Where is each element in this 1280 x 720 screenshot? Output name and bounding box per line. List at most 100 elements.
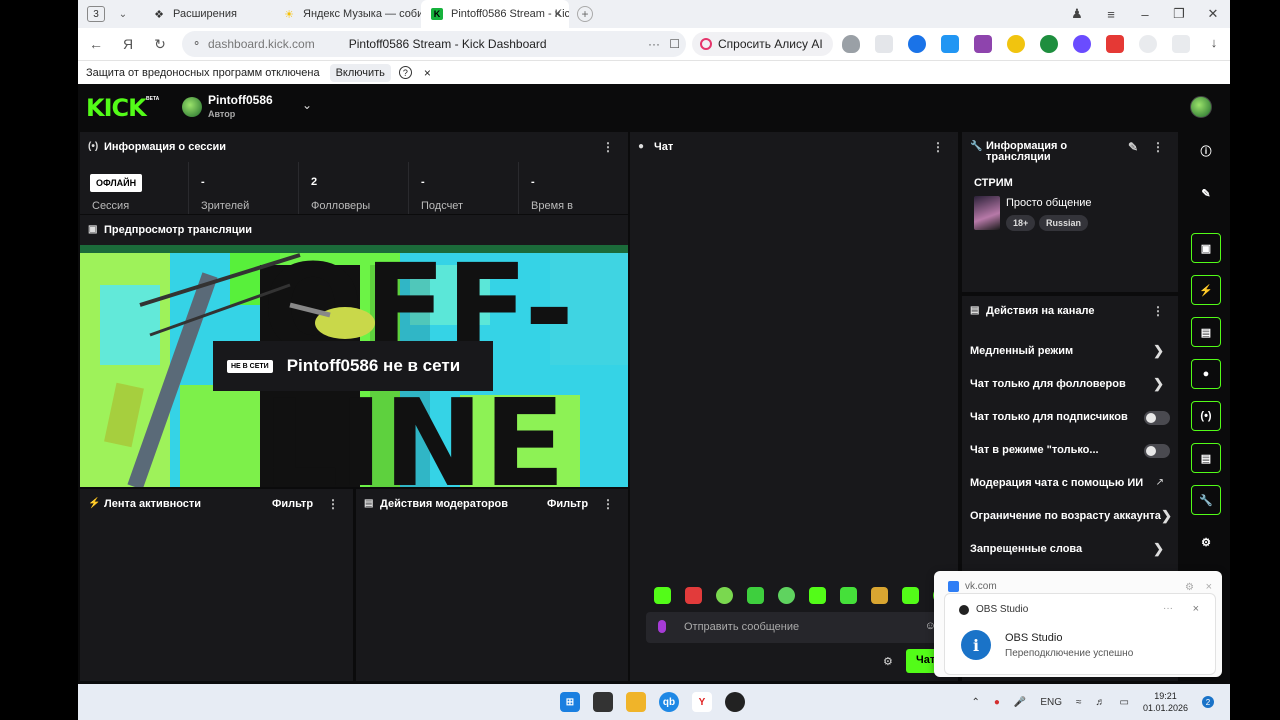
subscribers-only-toggle[interactable] xyxy=(1144,411,1170,425)
close-icon[interactable]: × xyxy=(1206,581,1212,593)
clock[interactable]: 19:21 01.01.2026 xyxy=(1143,690,1188,714)
emote-icon[interactable] xyxy=(840,587,857,604)
more-icon[interactable]: ··· xyxy=(1163,603,1173,614)
document-icon[interactable]: ▤ xyxy=(1191,317,1221,347)
wifi-icon[interactable]: ≈ xyxy=(1076,697,1082,708)
extension-icon[interactable] xyxy=(941,35,959,53)
emote-icon[interactable] xyxy=(778,587,795,604)
microphone-icon[interactable] xyxy=(658,620,666,633)
emote-icon[interactable] xyxy=(871,587,888,604)
language-indicator[interactable]: ENG xyxy=(1040,697,1062,708)
menu-icon[interactable]: ≡ xyxy=(1094,7,1128,22)
wrench-icon[interactable]: 🔧 xyxy=(1191,485,1221,515)
chevron-right-icon[interactable]: ❯ xyxy=(1153,376,1164,392)
kick-logo[interactable]: KICK xyxy=(86,94,147,122)
help-icon[interactable]: ? xyxy=(398,66,412,79)
ask-alisa-button[interactable]: Спросить Алису AI xyxy=(692,32,833,56)
chevron-right-icon[interactable]: ❯ xyxy=(1161,508,1172,524)
extension-icon[interactable] xyxy=(1040,35,1058,53)
chevron-down-icon[interactable]: ⌄ xyxy=(302,98,312,112)
battery-icon[interactable]: ▭ xyxy=(1120,697,1129,708)
close-icon[interactable]: × xyxy=(1193,603,1199,615)
file-explorer-icon[interactable] xyxy=(626,692,646,712)
close-window-icon[interactable]: ✕ xyxy=(1196,6,1230,22)
chevron-right-icon[interactable]: ❯ xyxy=(1153,343,1164,359)
yandex-icon[interactable]: Я xyxy=(112,36,144,52)
yandex-browser-icon[interactable]: Y xyxy=(692,692,712,712)
tab-yandex-music[interactable]: ☀ Яндекс Музыка — собираем xyxy=(273,0,421,28)
reload-icon[interactable]: ↻ xyxy=(144,36,176,53)
avatar[interactable] xyxy=(182,97,202,117)
info-icon[interactable]: ⓘ xyxy=(1191,136,1221,166)
site-info-icon[interactable]: ⚬ xyxy=(192,37,201,50)
windows-start-icon[interactable]: ⊞ xyxy=(560,692,580,712)
bookmark-icon[interactable]: ☐ xyxy=(669,37,680,51)
enable-protection-button[interactable]: Включить xyxy=(329,63,391,82)
edit-icon[interactable]: ✎ xyxy=(1191,178,1221,208)
microphone-icon[interactable]: 🎤 xyxy=(1014,697,1026,708)
action-account-age[interactable]: Ограничение по возрасту аккаунта xyxy=(970,510,1161,522)
broadcast-icon[interactable]: (•) xyxy=(1191,401,1221,431)
action-followers-only[interactable]: Чат только для фолловеров xyxy=(970,378,1126,390)
emote-icon[interactable] xyxy=(902,587,919,604)
emote-icon[interactable] xyxy=(716,587,733,604)
profile-icon[interactable]: ♟ xyxy=(1060,6,1094,22)
app-tray-icon[interactable]: ● xyxy=(994,697,1000,708)
share-nodes-icon[interactable]: ⚙ xyxy=(1191,527,1221,557)
action-ai-moderation[interactable]: Модерация чата с помощью ИИ xyxy=(970,477,1143,489)
chevron-down-icon[interactable]: ⌄ xyxy=(113,9,133,20)
activity-filter-button[interactable]: Фильтр xyxy=(272,498,313,510)
youtube-icon[interactable] xyxy=(1106,35,1124,53)
channel-icon[interactable]: ▤ xyxy=(1191,443,1221,473)
more-vertical-icon[interactable]: ⋮ xyxy=(932,140,944,154)
extension-icon[interactable] xyxy=(908,35,926,53)
moderators-filter-button[interactable]: Фильтр xyxy=(547,498,588,510)
restore-icon[interactable]: ❐ xyxy=(1162,6,1196,22)
external-link-icon[interactable]: ↗ xyxy=(1156,477,1164,488)
preview-widget-icon[interactable]: ▣ xyxy=(1191,233,1221,263)
download-icon[interactable]: ↓ xyxy=(1205,35,1223,53)
task-view-icon[interactable] xyxy=(593,692,613,712)
settings-icon[interactable]: ⚙ xyxy=(1185,582,1194,593)
close-icon[interactable]: × xyxy=(554,7,561,21)
chat-message-input[interactable]: Отправить сообщение ☺ xyxy=(646,612,942,643)
qbittorrent-icon[interactable]: qb xyxy=(659,692,679,712)
more-vertical-icon[interactable]: ⋮ xyxy=(602,140,614,154)
obs-studio-icon[interactable] xyxy=(725,692,745,712)
more-vertical-icon[interactable]: ⋮ xyxy=(327,497,339,511)
more-vertical-icon[interactable]: ⋮ xyxy=(1152,140,1164,154)
action-banned-words[interactable]: Запрещенные слова xyxy=(970,543,1082,555)
back-icon[interactable]: ← xyxy=(80,36,112,52)
volume-icon[interactable]: ♬ xyxy=(1096,697,1106,708)
action-slow-mode[interactable]: Медленный режим xyxy=(970,345,1073,357)
more-vertical-icon[interactable]: ⋮ xyxy=(602,497,614,511)
extension-icon[interactable] xyxy=(974,35,992,53)
tab-extensions[interactable]: ❖ Расширения xyxy=(143,0,273,28)
emote-icon[interactable] xyxy=(685,587,702,604)
extension-icon[interactable] xyxy=(1073,35,1091,53)
user-avatar[interactable] xyxy=(1190,96,1212,118)
emote-icon[interactable] xyxy=(747,587,764,604)
extension-icon[interactable] xyxy=(875,35,893,53)
tab-count-button[interactable]: 3 xyxy=(87,6,105,22)
edit-icon[interactable]: ✎ xyxy=(1128,140,1138,154)
extension-icon[interactable] xyxy=(1139,35,1157,53)
extension-icon[interactable] xyxy=(1172,35,1190,53)
emote-icon[interactable] xyxy=(654,587,671,604)
more-vertical-icon[interactable]: ⋮ xyxy=(1152,304,1164,318)
minimize-icon[interactable]: – xyxy=(1128,7,1162,22)
url-field[interactable]: ⚬ dashboard.kick.com Pintoff0586 Stream … xyxy=(182,31,686,57)
lightning-icon[interactable]: ⚡ xyxy=(1191,275,1221,305)
close-icon[interactable]: × xyxy=(424,66,431,80)
more-icon[interactable]: ··· xyxy=(648,37,660,51)
obs-notification[interactable]: OBS Studio ··· × i OBS Studio Переподклю… xyxy=(944,593,1216,675)
gear-icon[interactable]: ⚙ xyxy=(883,655,893,668)
emote-only-toggle[interactable] xyxy=(1144,444,1170,458)
channel-username[interactable]: Pintoff0586 xyxy=(208,93,273,107)
shield-icon[interactable] xyxy=(842,35,860,53)
chat-icon[interactable]: ● xyxy=(1191,359,1221,389)
tab-kick-dashboard[interactable]: K Pintoff0586 Stream - Kick × xyxy=(421,0,569,28)
chevron-up-icon[interactable]: ⌃ xyxy=(971,697,979,708)
emote-icon[interactable] xyxy=(809,587,826,604)
notification-count-badge[interactable]: 2 xyxy=(1202,696,1214,708)
